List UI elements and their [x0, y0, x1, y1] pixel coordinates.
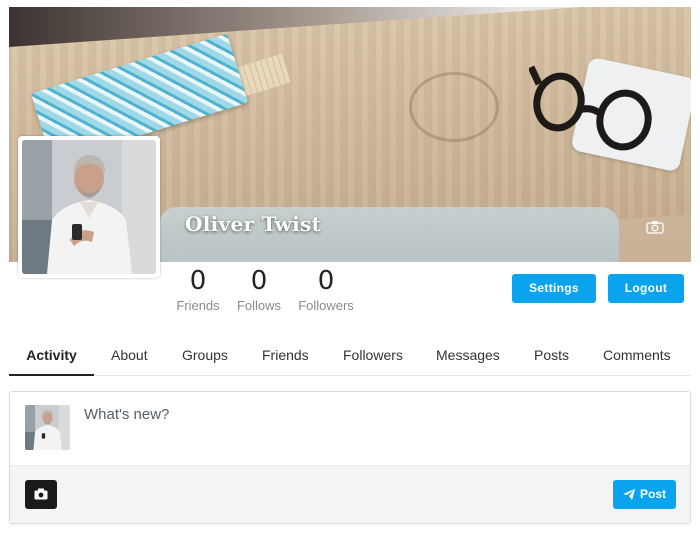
tab-about[interactable]: About — [111, 340, 148, 376]
tab-followers[interactable]: Followers — [343, 340, 403, 376]
cover-glasses — [529, 65, 652, 151]
profile-name: Oliver Twist — [185, 212, 322, 236]
post-button[interactable]: Post — [613, 480, 676, 509]
post-composer: What's new? Post — [9, 391, 691, 524]
tab-posts[interactable]: Posts — [534, 340, 569, 376]
profile-avatar[interactable] — [18, 136, 160, 278]
tab-groups[interactable]: Groups — [182, 340, 228, 376]
followers-label: Followers — [298, 298, 354, 313]
composer-footer: Post — [10, 465, 690, 523]
post-button-label: Post — [640, 487, 667, 501]
settings-button[interactable]: Settings — [512, 274, 596, 303]
add-photo-button[interactable] — [25, 480, 57, 509]
tab-activity[interactable]: Activity — [9, 340, 94, 376]
camera-icon — [34, 488, 48, 500]
logout-button[interactable]: Logout — [608, 274, 684, 303]
cover-wood-knot — [409, 72, 499, 142]
friends-label: Friends — [176, 298, 220, 313]
profile-tabs: Activity About Groups Friends Followers … — [9, 340, 691, 376]
stat-followers[interactable]: 0 Followers — [296, 266, 356, 314]
stat-follows[interactable]: 0 Follows — [234, 266, 284, 314]
follows-count: 0 — [250, 266, 268, 296]
paper-plane-icon — [623, 489, 635, 500]
tab-messages[interactable]: Messages — [436, 340, 500, 376]
follows-label: Follows — [236, 298, 282, 313]
followers-count: 0 — [317, 266, 335, 296]
avatar-image — [22, 140, 156, 274]
stat-friends[interactable]: 0 Friends — [174, 266, 222, 314]
cover-camera-icon[interactable] — [646, 220, 664, 234]
tab-comments[interactable]: Comments — [603, 340, 671, 376]
tab-friends[interactable]: Friends — [262, 340, 309, 376]
composer-avatar — [25, 405, 70, 450]
friends-count: 0 — [189, 266, 207, 296]
whats-new-input[interactable]: What's new? — [84, 406, 169, 423]
